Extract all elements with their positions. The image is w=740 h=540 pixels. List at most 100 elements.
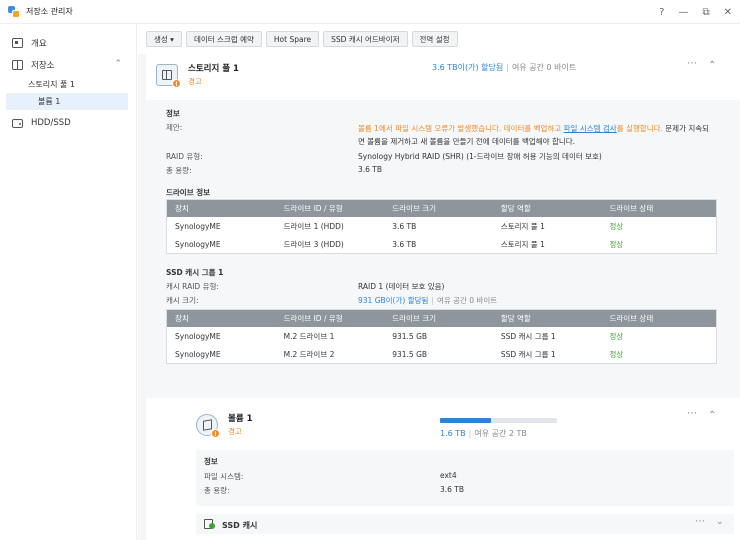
pool-name: 스토리지 풀 1 xyxy=(188,64,239,74)
storage-pool-panel: ! 스토리지 풀 1 경고 3.6 TB이(가) 할당됨 | 여유 공간 0 바이트… xyxy=(146,54,740,540)
table-row[interactable]: SynologyME M.2 드라이브 1 931.5 GB SSD 캐시 그룹… xyxy=(167,327,716,345)
sidebar-item-label: 스토리지 풀 1 xyxy=(28,80,75,89)
chevron-down-icon[interactable]: ⌄ xyxy=(716,517,724,527)
more-options-icon[interactable]: ⋯ xyxy=(695,516,705,527)
ssd-cache-row[interactable]: SSD 캐시 ⋯ ⌄ xyxy=(196,514,734,534)
hot-spare-button[interactable]: Hot Spare xyxy=(265,31,320,47)
hdd-icon xyxy=(12,118,23,128)
storage-icon xyxy=(12,60,23,70)
title-bar: 저장소 관리자 ? — ⧉ ✕ xyxy=(0,0,740,24)
table-row[interactable]: SynologyME 드라이브 3 (HDD) 3.6 TB 스토리지 풀 1 … xyxy=(167,235,716,253)
volume-free: 여유 공간 2 TB xyxy=(474,429,527,438)
sidebar-item-volume[interactable]: 볼륨 1 xyxy=(6,93,128,110)
sidebar-item-label: 저장소 xyxy=(31,61,55,71)
sidebar-item-label: HDD/SSD xyxy=(31,118,71,128)
cell-device: SynologyME xyxy=(175,221,221,231)
pool-usage: 3.6 TB이(가) 할당됨 | 여유 공간 0 바이트 xyxy=(432,63,577,72)
cache-raid-value: RAID 1 (데이터 보호 있음) xyxy=(358,282,445,291)
cell-size: 931.5 GB xyxy=(392,331,428,341)
raid-type-value: Synology Hybrid RAID (SHR) (1-드라이브 장애 허용… xyxy=(358,152,602,161)
drive-info-title: 드라이브 정보 xyxy=(166,188,211,197)
chevron-up-icon[interactable]: ⌃ xyxy=(114,59,122,69)
more-options-icon[interactable]: ⋯ xyxy=(687,58,697,69)
column-header: 장치 xyxy=(175,204,189,213)
cell-drive-id: 드라이브 3 (HDD) xyxy=(283,239,344,249)
column-header: 드라이브 상태 xyxy=(609,314,654,323)
ssd-cache-status-icon xyxy=(209,523,215,529)
cell-device: SynologyME xyxy=(175,349,221,359)
cache-size-value: 931 GB이(가) 할당됨 | 여유 공간 0 바이트 xyxy=(358,296,498,305)
sidebar-item-overview[interactable]: 개요 xyxy=(0,32,136,54)
maximize-icon[interactable]: ⧉ xyxy=(702,7,709,18)
volume-usage: 1.6 TB | 여유 공간 2 TB xyxy=(440,429,527,438)
volume-name: 볼륨 1 xyxy=(228,414,253,424)
pool-status: 경고 xyxy=(188,77,202,86)
ssd-cache-advisor-button[interactable]: SSD 캐시 어드바이저 xyxy=(323,31,408,47)
cell-size: 3.6 TB xyxy=(392,221,417,231)
column-header: 드라이브 크기 xyxy=(392,204,437,213)
cell-status: 정상 xyxy=(609,331,624,341)
table-row[interactable]: SynologyME M.2 드라이브 2 931.5 GB SSD 캐시 그룹… xyxy=(167,345,716,363)
cell-status: 정상 xyxy=(609,221,624,231)
chevron-up-icon[interactable]: ⌃ xyxy=(708,60,716,71)
cell-drive-id: M.2 드라이브 2 xyxy=(283,349,335,359)
cell-role: SSD 캐시 그룹 1 xyxy=(500,331,556,341)
warning-icon: ! xyxy=(172,79,181,88)
cache-free: 여유 공간 0 바이트 xyxy=(436,296,498,305)
volume-used: 1.6 TB xyxy=(440,429,466,438)
cell-role: 스토리지 풀 1 xyxy=(500,221,545,231)
help-icon[interactable]: ? xyxy=(659,7,664,18)
overview-icon xyxy=(12,38,23,48)
filesystem-value: ext4 xyxy=(440,471,457,480)
cell-size: 931.5 GB xyxy=(392,349,428,359)
pool-header[interactable]: ! 스토리지 풀 1 경고 3.6 TB이(가) 할당됨 | 여유 공간 0 바이트… xyxy=(146,54,740,100)
pool-details: 정보 제안: 볼륨 1에서 파일 시스템 오류가 발생했습니다. 데이터를 백업… xyxy=(146,100,740,398)
pool-allocated: 3.6 TB이(가) 할당됨 xyxy=(432,63,504,72)
column-header: 드라이브 ID / 유형 xyxy=(283,314,343,323)
cell-role: 스토리지 풀 1 xyxy=(500,239,545,249)
volume-header[interactable]: ! 볼륨 1 경고 1.6 TB | 여유 공간 2 TB ⋯ ⌃ xyxy=(188,404,740,450)
sidebar-item-pool[interactable]: 스토리지 풀 1 xyxy=(0,76,136,93)
suggestion-warning: 볼륨 1에서 파일 시스템 오류가 발생했습니다. 데이터를 백업하고 xyxy=(358,124,564,133)
create-button[interactable]: 생성 ▾ xyxy=(146,31,182,47)
close-icon[interactable]: ✕ xyxy=(724,7,732,18)
sidebar-item-hdd[interactable]: HDD/SSD xyxy=(0,112,136,134)
sidebar-item-label: 개요 xyxy=(31,39,47,49)
info-section-title: 정보 xyxy=(166,109,180,118)
total-capacity-label: 총 용량: xyxy=(204,486,230,495)
filesystem-check-link[interactable]: 파일 시스템 검사 xyxy=(564,124,617,133)
minimize-icon[interactable]: — xyxy=(678,7,688,18)
table-row[interactable]: SynologyME 드라이브 1 (HDD) 3.6 TB 스토리지 풀 1 … xyxy=(167,217,716,235)
toolbar: 생성 ▾ 데이터 스크럽 예약 Hot Spare SSD 캐시 어드바이저 전… xyxy=(138,24,740,54)
column-header: 드라이브 ID / 유형 xyxy=(283,204,343,213)
column-header: 드라이브 상태 xyxy=(609,204,654,213)
table-header: 장치 드라이브 ID / 유형 드라이브 크기 할당 역할 드라이브 상태 xyxy=(167,200,716,217)
suggestion-continued: 문제가 지속되 xyxy=(662,124,710,133)
total-capacity-value: 3.6 TB xyxy=(358,165,383,174)
warning-icon: ! xyxy=(211,429,220,438)
sidebar-item-storage[interactable]: 저장소 ⌃ xyxy=(0,54,136,76)
window-title: 저장소 관리자 xyxy=(26,7,73,16)
chevron-up-icon[interactable]: ⌃ xyxy=(708,410,716,421)
total-capacity-value: 3.6 TB xyxy=(440,485,465,494)
raid-type-label: RAID 유형: xyxy=(166,152,203,161)
global-settings-button[interactable]: 전역 설정 xyxy=(411,31,458,47)
total-capacity-label: 총 용량: xyxy=(166,166,192,175)
cell-role: SSD 캐시 그룹 1 xyxy=(500,349,556,359)
info-section-title: 정보 xyxy=(204,457,218,466)
more-options-icon[interactable]: ⋯ xyxy=(687,408,697,419)
main-area: 생성 ▾ 데이터 스크럽 예약 Hot Spare SSD 캐시 어드바이저 전… xyxy=(138,24,740,540)
sidebar: 개요 저장소 ⌃ 스토리지 풀 1 볼륨 1 HDD/SSD xyxy=(0,24,137,540)
column-header: 장치 xyxy=(175,314,189,323)
cache-raid-label: 캐시 RAID 유형: xyxy=(166,282,219,291)
pool-free: 여유 공간 0 바이트 xyxy=(511,63,577,72)
suggestion-line2: 면 볼륨을 제거하고 새 볼륨을 만들기 전에 데이터를 백업해야 합니다. xyxy=(358,137,576,146)
volume-usage-bar xyxy=(440,418,557,423)
storage-manager-app-icon xyxy=(8,5,20,18)
filesystem-label: 파일 시스템: xyxy=(204,472,244,481)
data-scrub-schedule-button[interactable]: 데이터 스크럽 예약 xyxy=(185,31,262,47)
volume-details: 정보 파일 시스템: ext4 총 용량: 3.6 TB xyxy=(196,450,734,506)
column-header: 할당 역할 xyxy=(500,314,531,323)
cell-size: 3.6 TB xyxy=(392,239,417,249)
volume-status: 경고 xyxy=(228,427,242,436)
